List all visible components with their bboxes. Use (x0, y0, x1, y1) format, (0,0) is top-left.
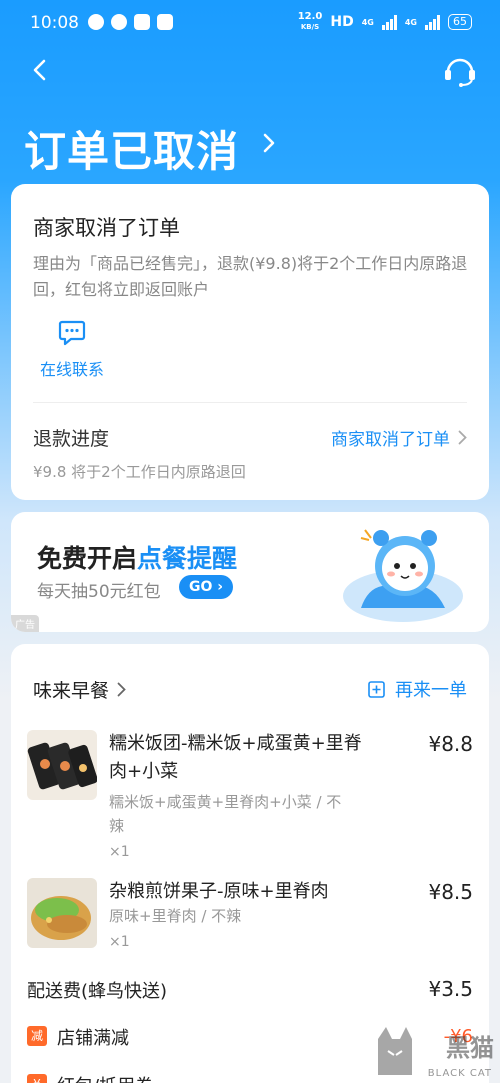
status-bar: 10:08 12.0 KB/S HD 4G 4G 65 (0, 0, 500, 48)
refund-progress-label: 退款进度 (33, 428, 110, 450)
item-quantity: ×1 (109, 844, 130, 860)
watermark-text: 黑猫 (446, 1034, 494, 1062)
order-detail-card: 味来早餐 再来一单 糯米饭团-糯米饭+咸蛋黄+里脊肉+小菜 ¥8.8 糯米饭+咸… (11, 644, 489, 1083)
sticky-rice-roll-image (27, 730, 97, 800)
hd-indicator: HD (330, 14, 354, 30)
item-spec: 原味+里脊肉 / 不辣 (109, 907, 242, 925)
item-quantity: ×1 (109, 934, 130, 950)
watermark-subtext: BLACK CAT (427, 1068, 492, 1079)
app-notification-icon (157, 14, 173, 30)
black-cat-watermark: 黑猫 BLACK CAT (372, 1021, 500, 1083)
alarm-clock-mascot-icon (343, 529, 463, 622)
discount-tag-icon: 减 (27, 1026, 47, 1046)
item-price: ¥8.8 (428, 732, 473, 756)
chevron-right-icon (458, 430, 467, 445)
network-type-1: 4G (361, 17, 374, 27)
order-status-card: 商家取消了订单 理由为「商品已经售完」，退款(¥9.8)将于2个工作日内原路退回… (11, 184, 489, 500)
divider (33, 402, 467, 403)
refund-status-text: 商家取消了订单 (331, 430, 450, 450)
delivery-fee-label: 配送费(蜂鸟快送) (27, 981, 168, 1002)
ad-go-button[interactable]: GO › (179, 575, 234, 599)
chat-bubble-icon (58, 320, 86, 346)
ad-badge: 广告 (11, 615, 39, 632)
item-name: 杂粮煎饼果子-原味+里脊肉 (109, 881, 329, 902)
status-heading: 商家取消了订单 (33, 216, 180, 240)
shop-name: 味来早餐 (33, 680, 110, 702)
reorder-label: 再来一单 (395, 680, 467, 701)
headset-icon[interactable] (442, 54, 478, 88)
plus-box-icon (368, 680, 385, 698)
cat-logo-icon (378, 1027, 412, 1075)
ad-title: 免费开启点餐提醒 (37, 544, 238, 573)
notification-icons (88, 14, 173, 30)
ad-subtitle: 每天抽50元红包 (37, 582, 161, 602)
shop-name-link[interactable]: 味来早餐 (33, 676, 126, 703)
online-contact-button[interactable]: 在线联系 (37, 320, 107, 380)
app-notification-icon (88, 14, 104, 30)
chevron-right-icon[interactable] (262, 133, 276, 153)
network-speed: 12.0 KB/S (297, 11, 323, 32)
refund-detail: ¥9.8 将于2个工作日内原路退回 (33, 463, 246, 481)
status-description: 理由为「商品已经售完」，退款(¥9.8)将于2个工作日内原路退回，红包将立即返回… (33, 254, 468, 299)
item-name: 糯米饭团-糯米饭+咸蛋黄+里脊肉+小菜 (109, 733, 362, 782)
app-notification-icon (134, 14, 150, 30)
item-spec: 糯米饭+咸蛋黄+里脊肉+小菜 / 不辣 (109, 793, 342, 835)
network-type-2: 4G (404, 17, 417, 27)
online-contact-label: 在线联系 (39, 360, 104, 379)
system-status-icons: 12.0 KB/S HD 4G 4G 65 (298, 12, 472, 32)
signal-icon (425, 14, 440, 30)
discount-label: 店铺满减 (57, 1028, 129, 1049)
reorder-button[interactable]: 再来一单 (368, 676, 467, 702)
signal-icon (381, 14, 397, 30)
page-title[interactable]: 订单已取消 (24, 118, 239, 179)
meal-reminder-ad[interactable]: 免费开启点餐提醒 每天抽50元红包 GO › 广告 (11, 512, 489, 632)
item-price: ¥8.5 (428, 880, 473, 904)
coupon-tag-icon: ¥ (27, 1074, 47, 1083)
status-time: 10:08 (30, 13, 79, 33)
battery-icon: 65 (448, 14, 472, 30)
chevron-left-icon[interactable] (28, 58, 52, 82)
app-notification-icon (111, 14, 127, 30)
chevron-right-icon (117, 682, 126, 697)
delivery-fee-value: ¥3.5 (428, 977, 473, 1001)
jianbing-image (27, 878, 97, 948)
nav-bar (0, 48, 500, 92)
coupon-label: 红包/抵用券 (57, 1072, 153, 1083)
delivery-fee-row: 配送费(蜂鸟快送) ¥3.5 (27, 977, 473, 1003)
refund-progress-link[interactable]: 商家取消了订单 (331, 425, 467, 450)
